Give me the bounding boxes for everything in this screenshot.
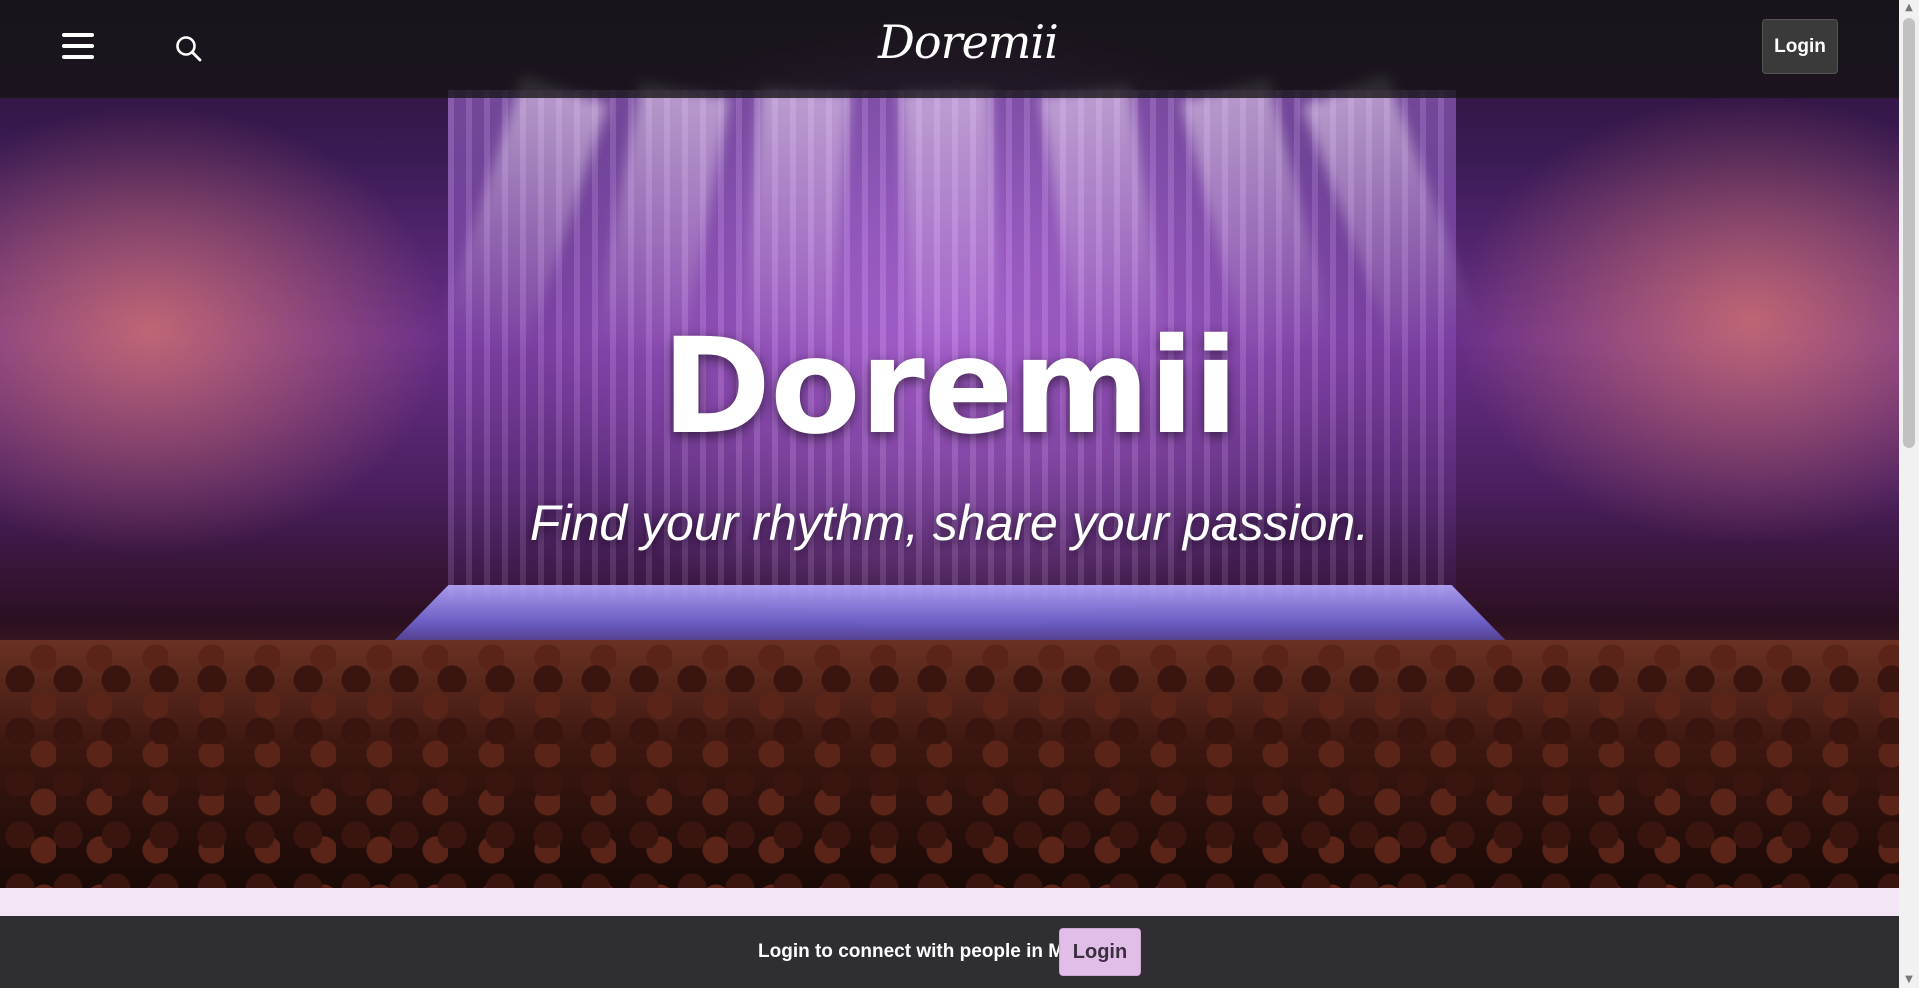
- login-prompt-text: Login to connect with people in MSN: [758, 941, 1091, 962]
- banner-login-button[interactable]: Login: [1059, 928, 1141, 976]
- logo-text: Doremii: [878, 15, 1059, 69]
- content-strip: [0, 888, 1899, 916]
- menu-line: [62, 55, 94, 59]
- site-logo[interactable]: Doremii: [878, 14, 1059, 70]
- hero-section: Doremii Find your rhythm, share your pas…: [0, 0, 1899, 888]
- scroll-down-arrow-icon[interactable]: ▼: [1899, 972, 1919, 988]
- search-icon[interactable]: [174, 34, 204, 64]
- crowd-image: [0, 640, 1899, 888]
- menu-line: [62, 33, 94, 37]
- hamburger-menu-icon[interactable]: [62, 33, 94, 65]
- login-button[interactable]: Login: [1762, 19, 1838, 74]
- hero-title: Doremii: [661, 310, 1239, 464]
- top-navbar: Doremii Login: [0, 0, 1899, 98]
- vertical-scrollbar[interactable]: ▲ ▼: [1899, 0, 1919, 988]
- scroll-thumb[interactable]: [1903, 18, 1915, 448]
- menu-line: [62, 44, 94, 48]
- hero-subtitle: Find your rhythm, share your passion.: [529, 495, 1370, 551]
- scroll-up-arrow-icon[interactable]: ▲: [1899, 0, 1919, 16]
